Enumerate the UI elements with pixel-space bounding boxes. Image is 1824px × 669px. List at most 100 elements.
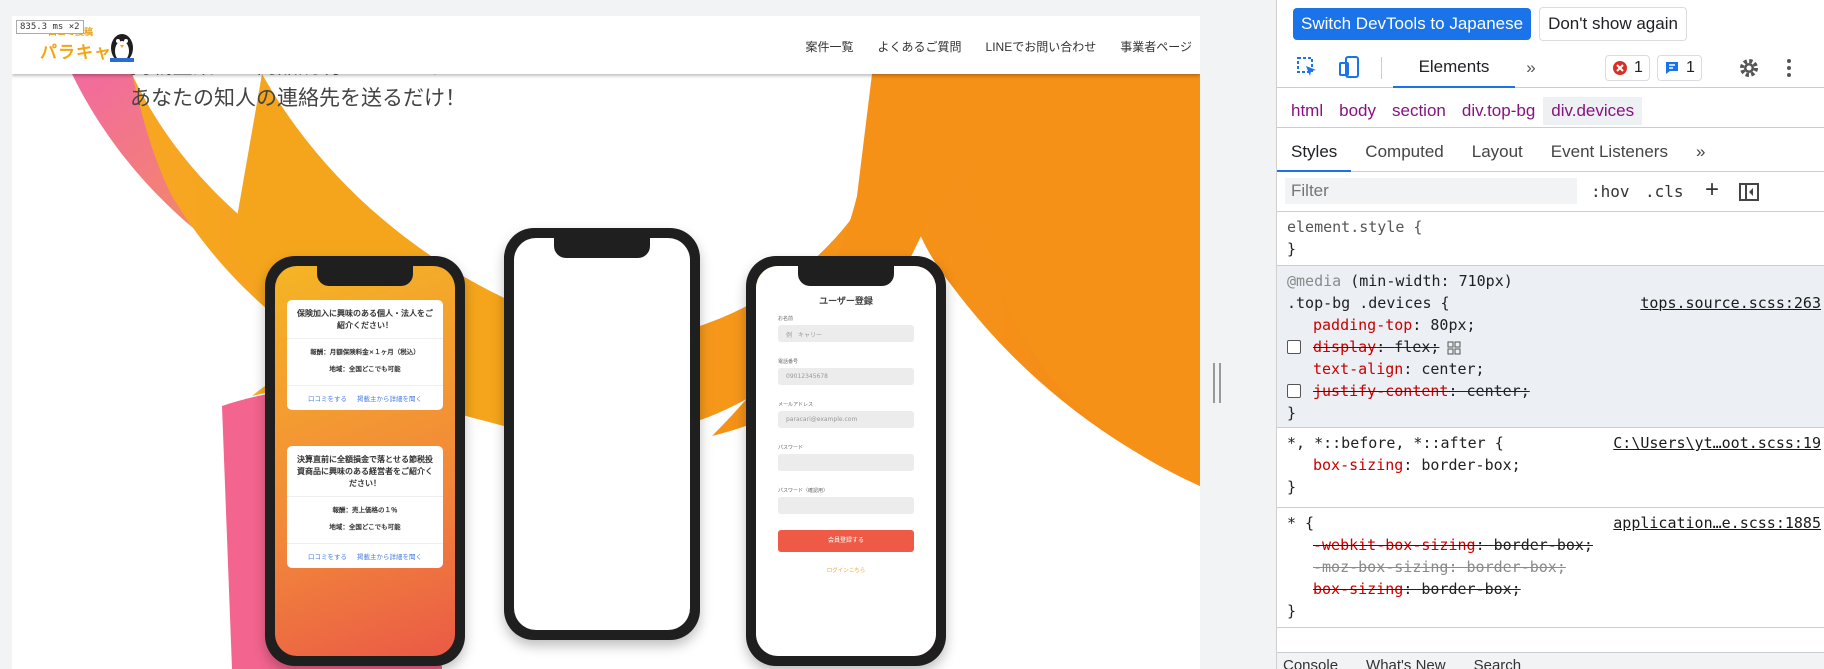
toolbar-divider [1381, 57, 1382, 79]
nav-item-line-contact[interactable]: LINEでお問い合わせ [986, 38, 1097, 55]
tab-event-listeners[interactable]: Event Listeners [1537, 132, 1682, 172]
hover-state-toggle[interactable]: :hov [1591, 182, 1630, 201]
phone-notch [317, 266, 413, 286]
error-icon [1613, 61, 1627, 75]
phone-screen [514, 238, 690, 630]
rule-close: } [1287, 240, 1297, 258]
media-condition: (min-width: 710px) [1341, 272, 1513, 290]
email-field[interactable]: paracari@example.com [778, 411, 914, 428]
flexbox-editor-icon[interactable] [1447, 341, 1461, 355]
decl-val: 80px; [1430, 316, 1476, 334]
message-counter[interactable]: 1 [1657, 55, 1702, 81]
drawer-tab-console[interactable]: Console [1283, 657, 1338, 669]
nav-item-faq[interactable]: よくあるご質問 [878, 38, 962, 55]
hero-text: 掲載企業から商品説明をさいてみたい あなたの知人の連絡先を送るだけ！ [130, 54, 486, 114]
media-at: @media [1287, 272, 1342, 290]
decl-val: border-box; [1466, 558, 1566, 576]
rule-selector: * { [1287, 514, 1315, 532]
decl-prop: justify-content [1313, 382, 1449, 400]
screen: 口コミ投稿 パラキャリ 835.3 ms ×2 案件一覧 よくあるご質問 LIN… [0, 0, 1824, 669]
name-field[interactable]: 例 キャリー [778, 325, 914, 342]
listing-title: 保険加入に興味のある個人・法人をご紹介ください！ [287, 300, 443, 339]
declaration-checkbox[interactable] [1287, 340, 1301, 354]
decl-prop: -webkit-box-sizing [1313, 536, 1476, 554]
breadcrumb-top-bg[interactable]: div.top-bg [1454, 97, 1543, 125]
phone-field[interactable]: 09012345678 [778, 368, 914, 385]
declaration-overridden[interactable]: box-sizing: border-box; [1287, 578, 1824, 600]
password-confirm-field[interactable] [778, 497, 914, 514]
rule-selector: *, *::before, *::after { [1287, 434, 1504, 452]
source-link[interactable]: application…e.scss:1885 [1613, 512, 1821, 534]
source-link[interactable]: C:\Users\yt…oot.scss:19 [1613, 432, 1821, 454]
phone-mockup-registration: ユーザー登録 お名前 例 キャリー 電話番号 09012345678 メールアド… [746, 256, 946, 666]
register-button[interactable]: 会員登録する [778, 530, 914, 552]
language-banner: Switch DevTools to Japanese Don't show a… [1277, 0, 1824, 47]
declaration-overridden[interactable]: -webkit-box-sizing: border-box; [1287, 534, 1824, 556]
breadcrumb-html[interactable]: html [1283, 97, 1331, 125]
media-query: @media (min-width: 710px) [1287, 270, 1824, 292]
more-options-icon[interactable] [1773, 47, 1805, 88]
console-drawer: Console What's New Search [1277, 652, 1824, 669]
decl-val: center; [1466, 382, 1530, 400]
message-icon [1666, 62, 1678, 74]
inspect-element-icon[interactable] [1287, 47, 1327, 87]
rule-selector-line: *, *::before, *::after { C:\Users\yt…oot.… [1287, 432, 1824, 454]
drawer-tab-whats-new[interactable]: What's New [1366, 657, 1446, 669]
tab-computed[interactable]: Computed [1351, 132, 1457, 172]
more-tabs-icon[interactable]: » [1513, 47, 1549, 88]
nav-item-business[interactable]: 事業者ページ [1120, 38, 1192, 55]
phone-screen: 保険加入に興味のある個人・法人をご紹介ください！ 報酬：月額保険料金×１ヶ月（税… [275, 266, 455, 656]
class-toggle[interactable]: .cls [1645, 182, 1684, 201]
device-toolbar-icon[interactable] [1329, 47, 1369, 87]
rule-universal: * { application…e.scss:1885 -webkit-box-s… [1277, 508, 1824, 628]
declaration[interactable]: padding-top: 80px; [1287, 314, 1824, 336]
decl-prop: box-sizing [1313, 580, 1404, 598]
new-rule-icon[interactable]: + [1705, 176, 1719, 204]
toggle-sidebar-icon[interactable] [1739, 182, 1759, 202]
tab-elements[interactable]: Elements [1393, 47, 1515, 88]
error-counter[interactable]: 1 [1605, 55, 1650, 81]
listing-area: 地域：全国どこでも可能 [329, 523, 401, 531]
styles-filter-input[interactable] [1285, 178, 1577, 204]
ask-details-link[interactable]: 掲載主から詳細を聞く [357, 393, 422, 403]
nav-item-projects[interactable]: 案件一覧 [806, 38, 854, 55]
resize-handle-icon[interactable] [1212, 363, 1222, 403]
dont-show-again-button[interactable]: Don't show again [1539, 6, 1687, 41]
breadcrumb-body[interactable]: body [1331, 97, 1384, 125]
more-subtabs-icon[interactable]: » [1682, 132, 1719, 172]
ask-details-link[interactable]: 掲載主から詳細を聞く [357, 551, 422, 561]
listing-reward: 報酬：売上価格の１％ [332, 506, 398, 514]
tab-layout[interactable]: Layout [1458, 132, 1537, 172]
declaration[interactable]: box-sizing: border-box; [1287, 454, 1824, 476]
listing-card: 決算直前に全額損金で落とせる節税投資商品に興味のある経営者をご紹介ください！ 報… [287, 446, 443, 568]
phone-notch [798, 266, 894, 286]
switch-language-button[interactable]: Switch DevTools to Japanese [1293, 7, 1532, 40]
tab-styles[interactable]: Styles [1277, 132, 1352, 172]
rule-selector-line: .top-bg .devices { tops.source.scss:263 [1287, 292, 1824, 314]
decl-prop: padding-top [1313, 316, 1413, 334]
declaration[interactable]: text-align: center; [1287, 358, 1824, 380]
drawer-tab-search[interactable]: Search [1474, 657, 1522, 669]
listing-reward: 報酬：月額保険料金×１ヶ月（税込） [310, 348, 420, 356]
decl-val: border-box; [1493, 536, 1593, 554]
rule-close: } [1287, 478, 1297, 496]
source-link[interactable]: tops.source.scss:263 [1640, 292, 1821, 314]
message-count: 1 [1686, 59, 1695, 76]
decl-prop: text-align [1313, 360, 1404, 378]
review-link[interactable]: 口コミをする [308, 551, 347, 561]
login-link[interactable]: ログインこちら [778, 566, 914, 574]
declaration-invalid[interactable]: -moz-box-sizing: border-box; [1287, 556, 1824, 578]
declaration-checkbox[interactable] [1287, 384, 1301, 398]
password-field[interactable] [778, 454, 914, 471]
declaration-disabled[interactable]: justify-content: center; [1287, 380, 1824, 402]
review-link[interactable]: 口コミをする [308, 393, 347, 403]
rule-close: } [1287, 602, 1297, 620]
rule-element-style: element.style { } [1277, 212, 1824, 266]
declaration-disabled[interactable]: display: flex; [1287, 336, 1824, 358]
breadcrumb-section[interactable]: section [1384, 97, 1454, 125]
breadcrumb-devices[interactable]: div.devices [1543, 96, 1643, 125]
hero-line-2: あなたの知人の連絡先を送るだけ！ [130, 86, 466, 110]
rule-selector: .top-bg .devices { [1287, 294, 1450, 312]
settings-gear-icon[interactable] [1729, 47, 1769, 88]
devtools-splitter[interactable] [1200, 0, 1276, 669]
